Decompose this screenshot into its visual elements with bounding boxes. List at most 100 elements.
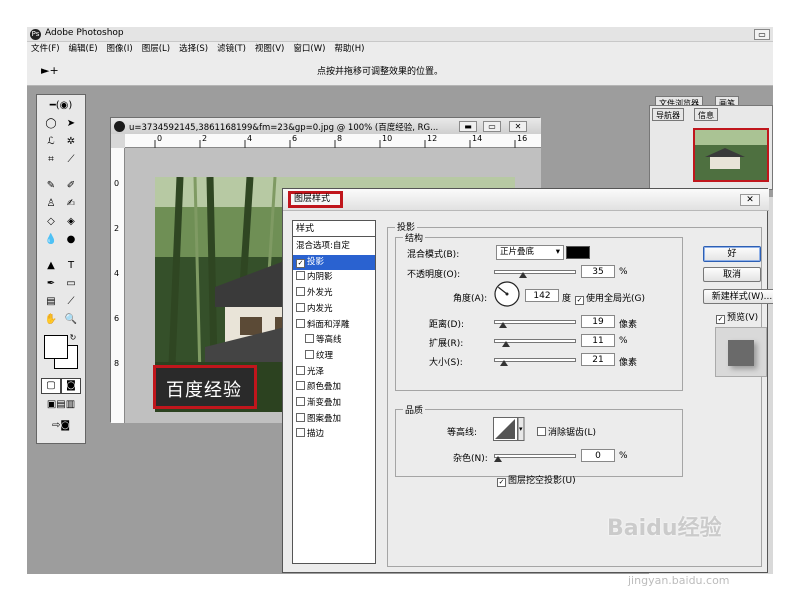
zoom-tool-icon[interactable]: 🔍 [63,313,79,327]
style-item-check-icon[interactable] [296,271,305,281]
slider-knob[interactable] [501,341,510,347]
cancel-button[interactable]: 取消 [703,267,761,282]
menu-filter[interactable]: 滤镜(T) [217,42,246,56]
anti-alias-checkbox[interactable]: 消除锯齿(L) [537,425,596,438]
distance-slider[interactable] [494,317,576,328]
standard-mode-icon[interactable]: ▢ [41,378,61,394]
lasso-tool-icon[interactable]: ℒ [43,135,59,149]
ok-button[interactable]: 好 [703,246,761,262]
style-item-check-icon[interactable] [296,365,305,375]
knockout-checkbox[interactable]: ✓ 图层挖空投影(U) [497,473,576,487]
eyedropper-tool-icon[interactable]: ⟋ [63,295,79,309]
healing-brush-tool-icon[interactable]: ✎ [43,179,59,193]
tab-info[interactable]: 信息 [694,108,718,121]
styles-header[interactable]: 样式 [293,221,375,237]
style-item[interactable]: 光泽 [293,365,375,380]
style-item-check-icon[interactable] [296,428,305,438]
marquee-tool-icon[interactable]: ◯ [43,117,59,131]
style-item[interactable]: 纹理 [293,349,375,364]
slider-knob[interactable] [500,360,509,366]
menu-help[interactable]: 帮助(H) [334,42,364,56]
paint-bucket-tool-icon[interactable]: ◈ [63,215,79,229]
jump-to-imageready-icon[interactable]: ⇨◙ [41,419,81,433]
style-item-check-icon[interactable] [296,318,305,328]
slider-knob[interactable] [494,456,502,462]
slider-knob[interactable] [519,272,528,278]
opacity-input[interactable]: 35 [581,265,615,278]
preview-check-icon[interactable]: ✓ [716,315,725,324]
hand-tool-icon[interactable]: ✋ [43,313,59,327]
style-item-check-icon[interactable] [296,397,305,406]
style-item-check-icon[interactable] [296,412,305,422]
type-tool-icon[interactable]: T [63,259,79,273]
menu-view[interactable]: 视图(V) [255,42,284,56]
spread-slider[interactable] [494,336,576,347]
style-item[interactable]: 内阴影 [293,270,375,285]
style-item[interactable]: 渐变叠加 [293,396,375,411]
menu-edit[interactable]: 编辑(E) [69,42,98,56]
menu-file[interactable]: 文件(F) [31,42,60,56]
global-light-check-icon[interactable]: ✓ [575,296,584,305]
menu-select[interactable]: 选择(S) [179,42,208,56]
noise-slider[interactable] [494,451,576,462]
clone-stamp-tool-icon[interactable]: ♙ [43,197,59,211]
blur-tool-icon[interactable]: 💧 [43,233,59,247]
notes-tool-icon[interactable]: ▤ [43,295,59,309]
size-input[interactable]: 21 [581,353,615,366]
navigator-thumbnail[interactable] [693,128,769,182]
pen-tool-icon[interactable]: ✒ [43,277,59,291]
style-item-check-icon[interactable]: ✓ [296,258,305,268]
menu-window[interactable]: 窗口(W) [293,42,325,56]
style-item[interactable]: ✓ 投影 [293,254,375,270]
brush-tool-icon[interactable]: ✐ [63,179,79,193]
angle-input[interactable]: 142 [525,289,559,302]
style-item[interactable]: 图案叠加 [293,412,375,427]
eraser-tool-icon[interactable]: ◇ [43,215,59,229]
style-item-check-icon[interactable] [305,349,314,359]
history-brush-tool-icon[interactable]: ✍ [63,197,79,211]
opacity-slider[interactable] [494,267,576,278]
screen-mode-icons[interactable]: ▣▤▥ [41,398,81,412]
noise-input[interactable]: 0 [581,449,615,462]
magic-wand-tool-icon[interactable]: ✲ [63,135,79,149]
style-item-check-icon[interactable] [305,334,314,344]
style-item[interactable]: 外发光 [293,286,375,301]
size-slider[interactable] [494,355,576,366]
style-item[interactable]: 描边 [293,427,375,442]
document-maximize-button[interactable]: ▭ [483,121,501,132]
blend-mode-select[interactable]: 正片叠底 ▾ [496,245,564,260]
path-selection-tool-icon[interactable]: ▲ [43,259,59,273]
angle-dial-icon[interactable] [493,280,521,308]
style-item[interactable]: 混合选项:自定 [293,239,375,254]
new-style-button[interactable]: 新建样式(W)... [703,289,773,304]
menu-image[interactable]: 图像(I) [107,42,133,56]
menu-layer[interactable]: 图层(L) [142,42,170,56]
swap-colors-icon[interactable]: ↻ [65,331,81,345]
quick-mask-mode-icon[interactable]: ◙ [61,378,81,394]
slice-tool-icon[interactable]: ⟋ [63,153,79,167]
crop-tool-icon[interactable]: ⌗ [43,153,59,167]
document-minimize-button[interactable]: ▬ [459,121,477,132]
window-minimize-button[interactable]: ▭ [754,29,770,40]
contour-picker[interactable]: ▾ [493,417,525,441]
dodge-tool-icon[interactable]: ● [63,233,79,247]
shadow-color-swatch[interactable] [566,246,590,259]
style-item[interactable]: 内发光 [293,302,375,317]
tab-navigator[interactable]: 导航器 [652,108,684,121]
slider-knob[interactable] [499,322,508,328]
spread-input[interactable]: 11 [581,334,615,347]
anti-alias-check-icon[interactable] [537,427,546,436]
preview-checkbox[interactable]: ✓ 预览(V) [716,310,758,324]
global-light-checkbox[interactable]: ✓ 使用全局光(G) [575,291,645,305]
dialog-close-button[interactable]: ✕ [740,194,760,206]
move-tool-preset-icon[interactable]: ►+ [41,64,59,77]
move-tool-icon[interactable]: ➤ [63,117,79,131]
rectangle-tool-icon[interactable]: ▭ [63,277,79,291]
style-item-check-icon[interactable] [296,381,305,391]
document-close-button[interactable]: ✕ [509,121,527,132]
style-item-check-icon[interactable] [296,287,305,297]
style-item[interactable]: 颜色叠加 [293,380,375,395]
style-item[interactable]: 斜面和浮雕 [293,318,375,333]
style-item[interactable]: 等高线 [293,333,375,348]
distance-input[interactable]: 19 [581,315,615,328]
